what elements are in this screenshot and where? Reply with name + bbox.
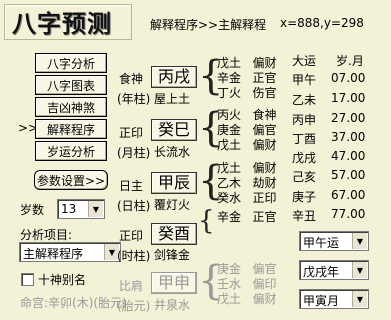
- hidden-shishen: 偏财: [252, 292, 277, 306]
- dayun-age: 17.00: [331, 91, 366, 105]
- pillar-hour-ganzhi[interactable]: 癸酉: [151, 223, 197, 245]
- menu-button-bazi-chart[interactable]: 八字图表: [35, 75, 107, 95]
- analysis-select-value: 主解释程序: [23, 247, 84, 261]
- hidden-shishen: 食神: [252, 108, 277, 122]
- age-select-value: 13: [61, 202, 77, 216]
- hidden-stems-year: 戊土 偏财 辛金 正官 丁火 伤官: [217, 56, 276, 101]
- hidden-stem: 乙木: [217, 176, 242, 190]
- hidden-stem: 戊土: [217, 161, 242, 175]
- coords-readout: x=888,y=298: [280, 16, 364, 30]
- hidden-shishen: 偏印: [252, 277, 277, 291]
- hidden-stems-month: 丙火 食神 庚金 偏官 戊土 偏财: [217, 108, 276, 153]
- pillar-year-nayin: 屋上土: [154, 92, 191, 106]
- pillar-year-label: (年柱): [117, 92, 151, 106]
- menu-button-suiyun[interactable]: 岁运分析: [35, 141, 107, 161]
- hidden-stem: 丁火: [217, 86, 242, 100]
- hidden-shishen: 偏财: [252, 138, 277, 152]
- menu-button-bazi-analysis[interactable]: 八字分析: [35, 53, 107, 73]
- hidden-stem: 丙火: [217, 108, 242, 122]
- hidden-stem: 庚金: [217, 123, 242, 137]
- dayun-ganzhi[interactable]: 乙未: [292, 91, 316, 108]
- dayun-ganzhi[interactable]: 丙申: [292, 111, 316, 128]
- settings-button[interactable]: 参数设置>>: [34, 170, 108, 190]
- dayun-age: 67.00: [331, 188, 366, 202]
- hidden-stem: 戊土: [217, 138, 242, 152]
- analysis-label: 分析项目:: [20, 228, 73, 242]
- breadcrumb: 解释程序>>主解释程: [150, 18, 267, 32]
- analysis-select[interactable]: 主解释程序 ▼: [19, 242, 121, 262]
- dayun-ganzhi[interactable]: 己亥: [292, 168, 316, 185]
- dayun-age: 47.00: [331, 149, 366, 163]
- pillar-month-ganzhi[interactable]: 癸巳: [151, 119, 197, 141]
- dayun-ganzhi[interactable]: 庚子: [292, 188, 316, 205]
- hidden-stem: 壬水: [217, 277, 242, 291]
- chevron-down-icon[interactable]: ▼: [88, 201, 103, 217]
- app-title: 八字预测: [12, 9, 112, 38]
- nian-select[interactable]: 戊戌年 ▼: [299, 260, 369, 280]
- pillar-month-nayin: 长流水: [154, 145, 191, 159]
- dayun-age: 77.00: [331, 207, 366, 221]
- hidden-stem: 戊土: [217, 56, 242, 70]
- shishen-alias-label: 十神别名: [38, 273, 87, 287]
- hidden-stem: 辛金: [217, 210, 242, 224]
- dayun-age: 57.00: [331, 168, 366, 182]
- pillar-taiyuan-ganzhi[interactable]: 甲申: [151, 272, 197, 294]
- shishen-alias-checkbox[interactable]: [21, 273, 34, 286]
- pillar-taiyuan-shishen: 比肩: [119, 279, 144, 293]
- brace-hour: {: [198, 206, 215, 236]
- pillar-hour-shishen: 正印: [119, 229, 144, 243]
- pillar-hour-nayin: 剑锋金: [154, 248, 191, 262]
- hidden-shishen: 正官: [252, 71, 277, 85]
- hidden-shishen: 偏官: [252, 262, 277, 276]
- hidden-shishen: 正官: [252, 210, 277, 224]
- hidden-stem: 癸水: [217, 191, 242, 205]
- chevron-down-icon[interactable]: ▼: [352, 233, 367, 249]
- hidden-stems-day: 戊土 偏财 乙木 劫财 癸水 正印: [217, 161, 276, 206]
- dayun-ganzhi[interactable]: 辛丑: [292, 207, 316, 224]
- yun-select-value: 甲午运: [303, 236, 340, 250]
- dayun-age: 27.00: [331, 111, 366, 125]
- pillar-hour-label: (时柱): [117, 249, 151, 263]
- hidden-shishen: 劫财: [252, 176, 277, 190]
- age-label: 岁数: [20, 203, 45, 217]
- chevron-down-icon[interactable]: ▼: [352, 291, 367, 307]
- dayun-ganzhi[interactable]: 戊戌: [292, 149, 316, 166]
- hidden-shishen: 偏财: [252, 56, 277, 70]
- hidden-shishen: 伤官: [252, 86, 277, 100]
- pillar-year-shishen: 食神: [119, 72, 144, 86]
- pillar-taiyuan-label: (胎元): [117, 299, 151, 313]
- hidden-stem: 辛金: [217, 71, 242, 85]
- dayun-header: 大运: [292, 54, 317, 68]
- pillar-day-nayin: 覆灯火: [154, 198, 191, 212]
- pillar-year-ganzhi[interactable]: 丙戌: [151, 66, 197, 88]
- chevron-down-icon[interactable]: ▼: [352, 262, 367, 278]
- pillar-day-shishen: 日主: [119, 179, 144, 193]
- age-select[interactable]: 13 ▼: [57, 199, 105, 219]
- mingong-text: 命宫:辛卯(木)(胎元): [20, 296, 127, 310]
- dayun-age: 07.00: [331, 71, 366, 85]
- hidden-stems-hour: 辛金 正官: [217, 210, 276, 225]
- pillar-day-ganzhi[interactable]: 甲辰: [151, 172, 197, 194]
- hidden-shishen: 偏财: [252, 161, 277, 175]
- hidden-stems-taiyuan: 庚金 偏官 壬水 偏印 戊土 偏财: [217, 262, 276, 307]
- yun-select[interactable]: 甲午运 ▼: [299, 231, 369, 251]
- nian-select-value: 戊戌年: [303, 265, 340, 279]
- hidden-shishen: 正印: [252, 191, 277, 205]
- dayun-age: 37.00: [331, 130, 366, 144]
- hidden-stem: 戊土: [217, 292, 242, 306]
- pillar-day-label: (日柱): [117, 199, 151, 213]
- yue-select[interactable]: 甲寅月 ▼: [299, 289, 369, 309]
- dayun-ganzhi[interactable]: 丁酉: [292, 130, 316, 147]
- dayun-ganzhi[interactable]: 甲午: [292, 71, 316, 88]
- menu-button-interpret[interactable]: 解释程序: [35, 119, 107, 139]
- yue-select-value: 甲寅月: [303, 294, 340, 308]
- hidden-stem: 庚金: [217, 262, 242, 276]
- pillar-taiyuan-nayin: 井泉水: [154, 298, 191, 312]
- menu-button-shensha[interactable]: 吉凶神煞: [35, 97, 107, 117]
- pillar-month-label: (月柱): [117, 146, 151, 160]
- hidden-shishen: 偏官: [252, 123, 277, 137]
- pillar-month-shishen: 正印: [119, 126, 144, 140]
- dayun-age-header: 岁.月: [336, 54, 364, 68]
